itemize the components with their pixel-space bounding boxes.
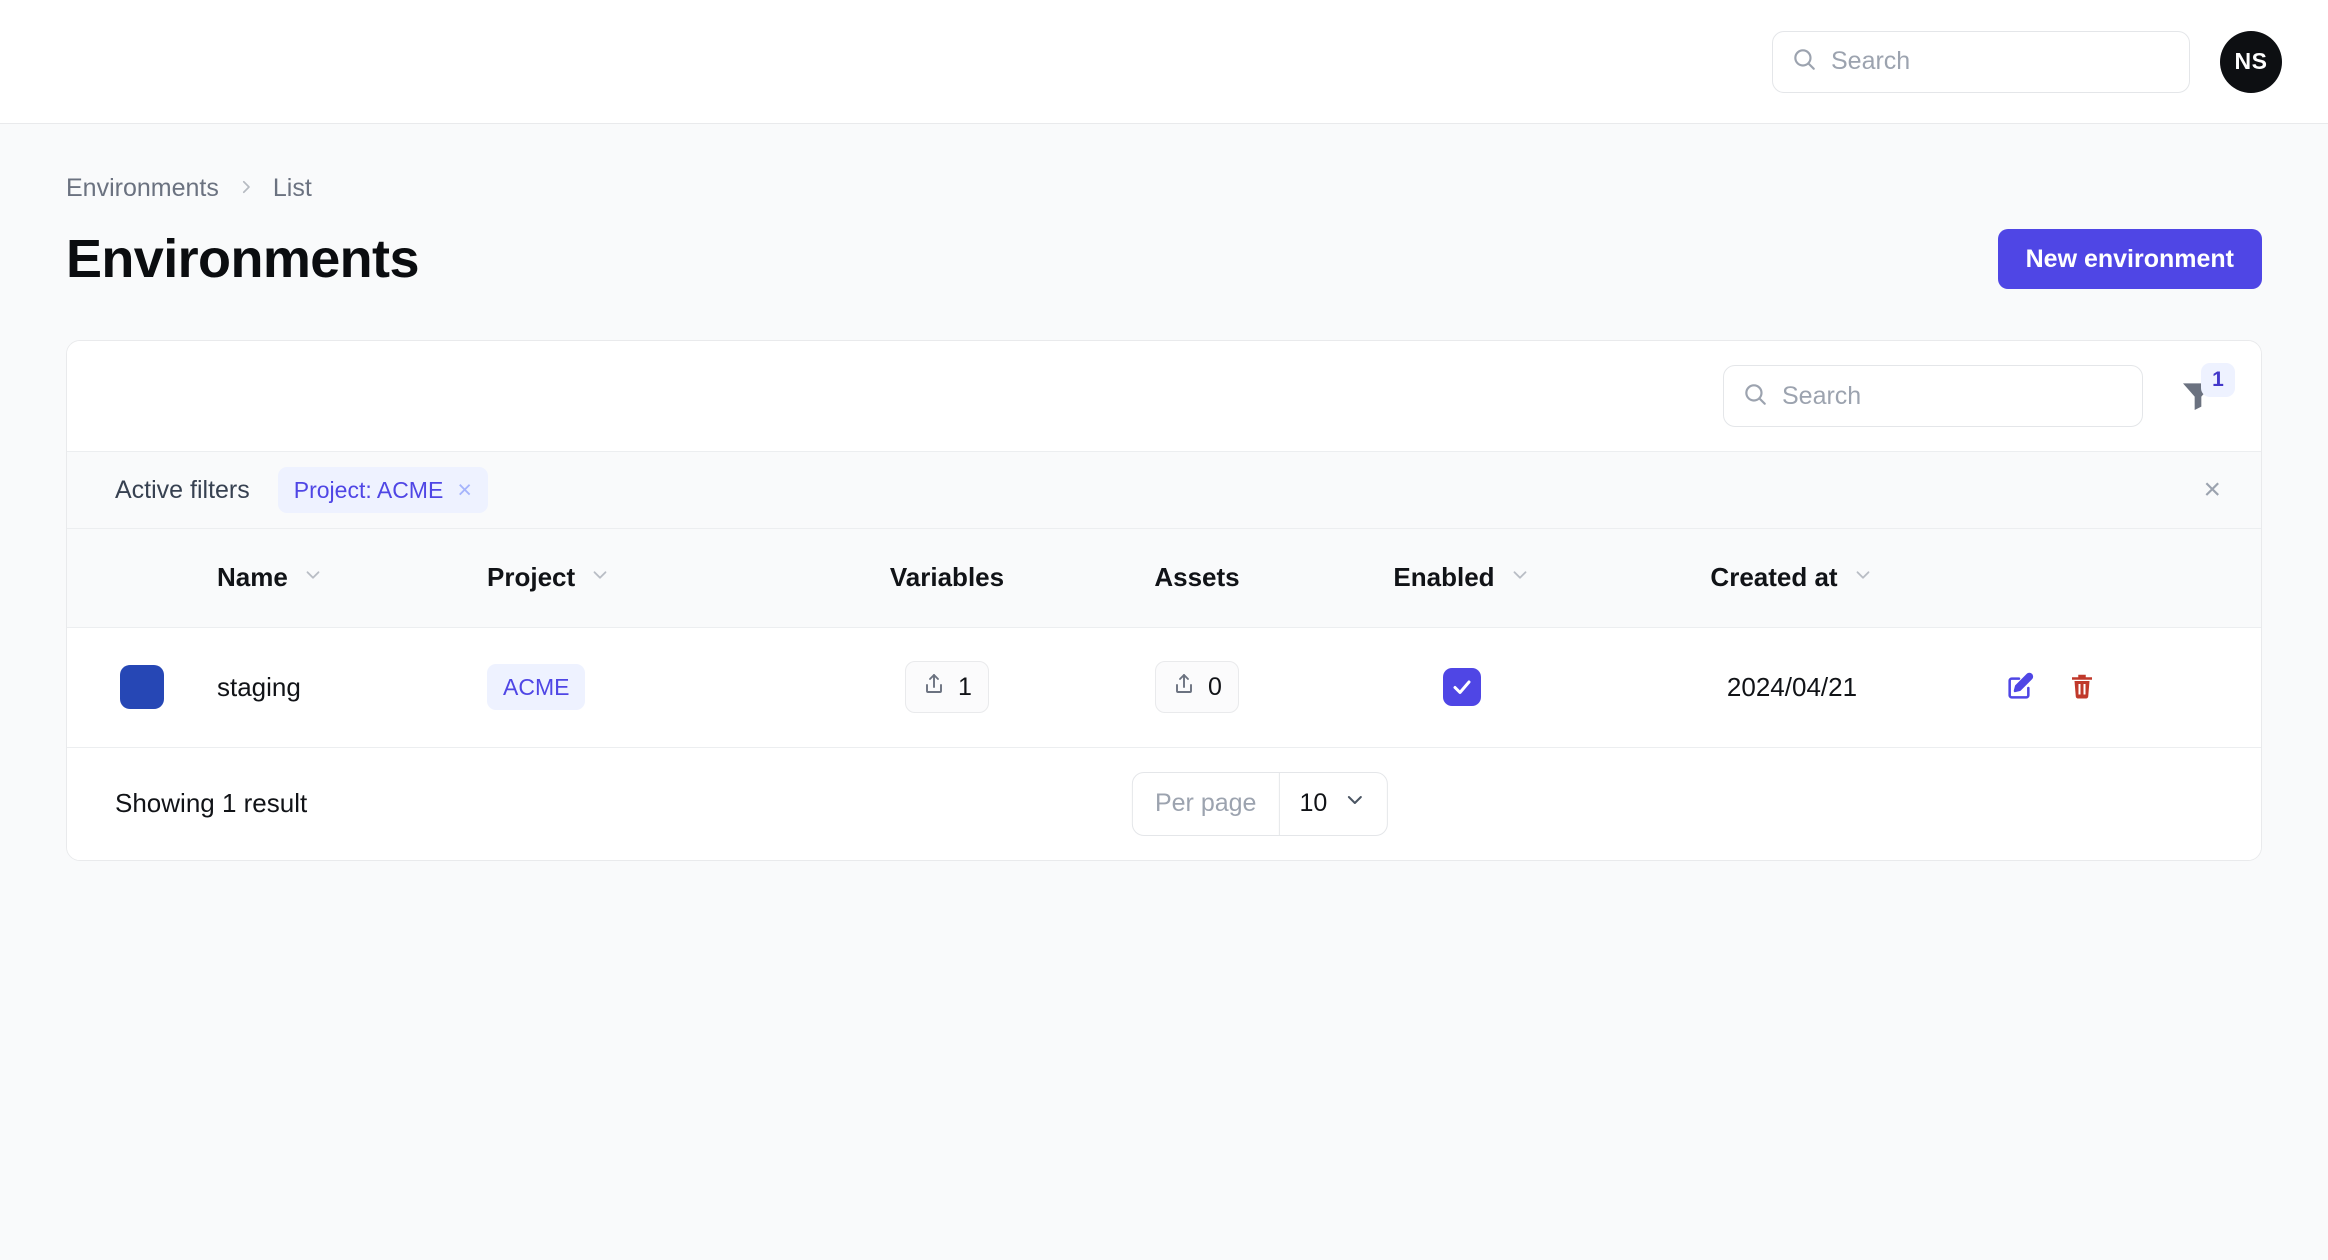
table-footer: Showing 1 result Per page 10 [67, 747, 2261, 860]
top-bar: Search NS [0, 0, 2328, 124]
assets-count-button[interactable]: 0 [1155, 661, 1239, 713]
page-header: Environments New environment [66, 228, 2262, 290]
delete-row-button[interactable] [2067, 671, 2097, 704]
chevron-down-icon [589, 562, 611, 593]
per-page-label: Per page [1133, 772, 1280, 835]
column-color [67, 529, 217, 628]
clear-all-filters-icon[interactable]: × [2197, 469, 2227, 511]
cell-actions [1977, 627, 2261, 748]
new-environment-button[interactable]: New environment [1997, 229, 2262, 289]
column-name-label: Name [217, 562, 288, 593]
cell-assets: 0 [1077, 627, 1317, 748]
per-page-value-text: 10 [1299, 789, 1328, 817]
column-variables-label: Variables [889, 562, 1005, 593]
avatar[interactable]: NS [2220, 30, 2282, 93]
active-filters-bar: Active filters Project: ACME × × [67, 451, 2261, 529]
chevron-down-icon [1509, 562, 1531, 593]
table-row[interactable]: staging ACME 1 0 2024/04/21 [67, 627, 2261, 748]
environment-color-swatch [120, 665, 164, 709]
column-project-label: Project [487, 562, 576, 593]
filter-chip-label: Project: ACME [293, 476, 444, 503]
per-page-selector[interactable]: Per page 10 [1131, 771, 1389, 836]
global-search-input[interactable]: Search [1772, 30, 2190, 93]
chevron-right-icon [237, 175, 255, 202]
assets-count: 0 [1208, 672, 1222, 701]
table-search-input[interactable]: Search [1723, 365, 2143, 427]
per-page-value[interactable]: 10 [1279, 773, 1387, 835]
table-search-placeholder: Search [1782, 381, 1862, 410]
result-count-text: Showing 1 result [115, 788, 308, 818]
enabled-checkbox[interactable] [1443, 668, 1481, 706]
breadcrumb-item-list[interactable]: List [273, 174, 312, 203]
column-enabled-label: Enabled [1393, 562, 1495, 593]
filter-chip-project[interactable]: Project: ACME × [277, 467, 488, 513]
global-search-placeholder: Search [1831, 47, 1911, 75]
cell-created-at: 2024/04/21 [1607, 627, 1977, 748]
column-variables: Variables [817, 529, 1077, 628]
edit-row-button[interactable] [2003, 670, 2035, 705]
column-created-at-label: Created at [1710, 562, 1838, 593]
cell-variables: 1 [817, 627, 1077, 748]
column-assets: Assets [1077, 529, 1317, 628]
trash-icon [2067, 671, 2097, 704]
column-assets-label: Assets [1154, 562, 1240, 593]
created-at-value: 2024/04/21 [1726, 671, 1858, 702]
edit-pencil-icon [2003, 670, 2035, 705]
cell-name: staging [217, 627, 487, 748]
filter-button[interactable]: 1 [2169, 363, 2235, 425]
environment-name: staging [217, 671, 301, 702]
table-header-row: Name Project Variables Assets Enabled Cr… [67, 529, 2261, 628]
page-title: Environments [66, 229, 419, 289]
breadcrumb-item-environments[interactable]: Environments [66, 174, 219, 203]
environments-card: Search 1 Active filters Project: ACME × [66, 340, 2262, 861]
column-name[interactable]: Name [217, 529, 487, 628]
filter-count-badge: 1 [2201, 363, 2235, 397]
chevron-down-icon [1852, 562, 1874, 593]
column-actions [1977, 529, 2261, 628]
page-content: Environments List Environments New envir… [0, 124, 2328, 861]
table-toolbar: Search 1 [67, 341, 2261, 451]
share-icon [922, 672, 946, 703]
active-filters-label: Active filters [115, 475, 250, 504]
chevron-down-icon [1343, 788, 1367, 819]
column-project[interactable]: Project [487, 529, 817, 628]
cell-color [67, 627, 217, 748]
search-icon [1791, 46, 1817, 77]
column-enabled[interactable]: Enabled [1317, 529, 1607, 628]
cell-project: ACME [487, 627, 817, 748]
chevron-down-icon [302, 562, 324, 593]
filter-chip-remove-icon[interactable]: × [457, 477, 472, 503]
environments-table: Name Project Variables Assets Enabled Cr… [67, 529, 2261, 748]
variables-count-button[interactable]: 1 [905, 661, 989, 713]
share-icon [1172, 672, 1196, 703]
project-badge[interactable]: ACME [487, 664, 586, 710]
column-created-at[interactable]: Created at [1607, 529, 1977, 628]
search-icon [1742, 381, 1768, 412]
cell-enabled [1317, 627, 1607, 748]
breadcrumb: Environments List [66, 170, 2262, 206]
variables-count: 1 [958, 672, 972, 701]
